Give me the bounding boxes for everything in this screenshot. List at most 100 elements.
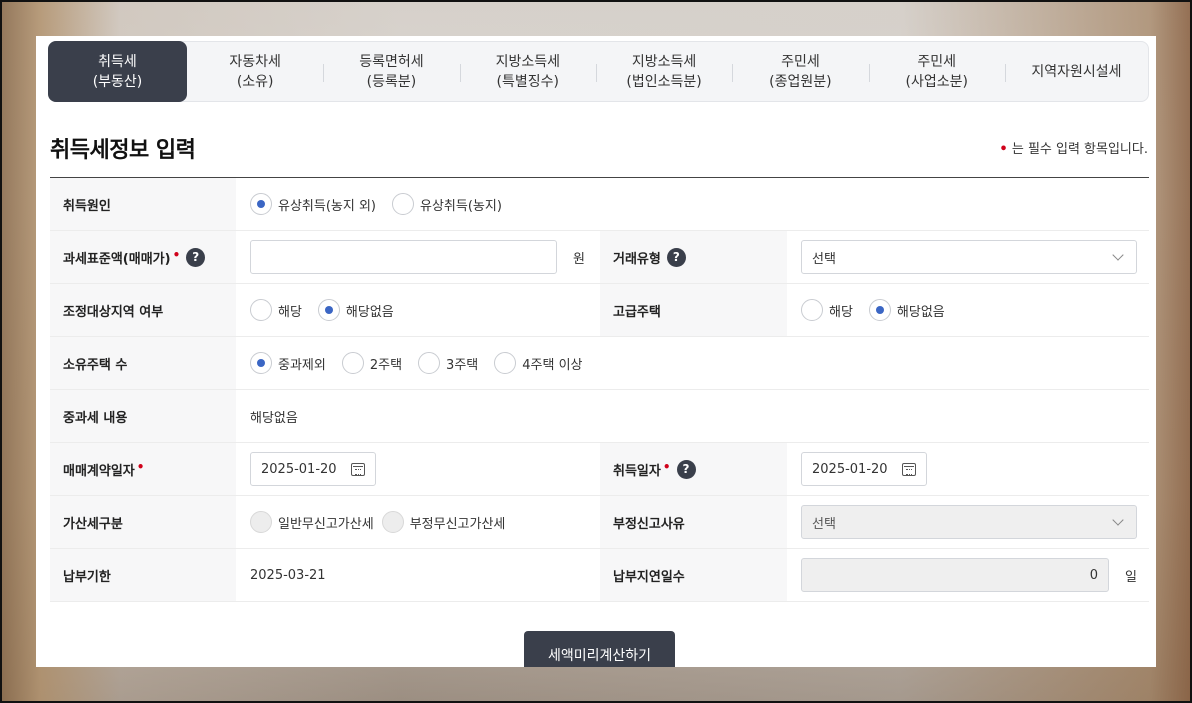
tax-calculator-panel: 취득세 (부동산) 자동차세 (소유) 등록면허세 (등록분) 지방소득세 (특… — [36, 36, 1156, 667]
calendar-icon[interactable] — [902, 462, 916, 476]
field-label: 과세표준액(매매가) — [63, 251, 171, 267]
radio-general-nonfiling[interactable]: 일반무신고가산세 — [250, 511, 374, 533]
field-label: 취득일자 — [613, 463, 661, 479]
adjusted-area-radio-group: 해당 해당없음 — [250, 299, 410, 321]
required-dot: • — [999, 142, 1008, 157]
penalty-type-radio-group: 일반무신고가산세 부정무신고가산세 — [250, 511, 521, 533]
field-label: 소유주택 수 — [50, 337, 236, 389]
help-icon[interactable]: ? — [666, 247, 686, 267]
tab-sublabel: (종업원분) — [769, 73, 832, 90]
field-label: 거래유형 — [613, 251, 661, 267]
tab-vehicle-tax[interactable]: 자동차세 (소유) — [187, 42, 323, 101]
form-row-adjusted-area: 조정대상지역 여부 해당 해당없음 고급주택 해당 해당없음 — [50, 284, 1149, 337]
tab-sublabel: (법인소득분) — [626, 73, 702, 90]
tab-sublabel: (사업소분) — [905, 73, 968, 90]
acquisition-date-input[interactable]: 2025-01-20 — [801, 452, 927, 486]
radio-heavy-excluded[interactable]: 중과제외 — [250, 352, 326, 374]
heavy-tax-value: 해당없음 — [250, 410, 298, 426]
unit-days: 일 — [1125, 569, 1137, 585]
tab-sublabel: (등록분) — [366, 73, 417, 90]
tab-local-income-special[interactable]: 지방소득세 (특별징수) — [459, 42, 596, 101]
radio-paid-non-farmland[interactable]: 유상취득(농지 외) — [250, 193, 376, 215]
help-icon[interactable]: ? — [186, 247, 206, 267]
acquisition-cause-radio-group: 유상취득(농지 외) 유상취득(농지) — [250, 193, 518, 215]
radio-checked-icon — [317, 299, 340, 321]
due-date-value: 2025-03-21 — [250, 567, 326, 583]
page-title: 취득세정보 입력 — [50, 138, 196, 163]
radio-unchecked-icon — [250, 299, 272, 321]
tab-sublabel: (부동산) — [92, 73, 143, 90]
tab-resident-employee[interactable]: 주민세 (종업원분) — [732, 42, 868, 101]
required-mark: • — [662, 460, 671, 474]
form-row-acquisition-cause: 취득원인 유상취득(농지 외) 유상취득(농지) — [50, 178, 1149, 231]
radio-unchecked-icon — [392, 193, 414, 215]
required-mark: • — [172, 248, 181, 262]
tab-regional-resource[interactable]: 지역자원시설세 — [1004, 42, 1148, 101]
tab-label: 지역자원시설세 — [1031, 63, 1122, 80]
required-note-text: 는 필수 입력 항목입니다. — [1011, 142, 1148, 157]
help-icon[interactable]: ? — [676, 459, 696, 479]
tab-resident-business[interactable]: 주민세 (사업소분) — [868, 42, 1005, 101]
radio-disabled-icon — [250, 511, 272, 533]
form-row-due: 납부기한 2025-03-21 납부지연일수 0 일 — [50, 549, 1149, 602]
tab-label: 등록면허세 — [359, 53, 424, 70]
radio-unfair-nonfiling[interactable]: 부정무신고가산세 — [381, 511, 505, 533]
radio-unchecked-icon — [418, 352, 441, 374]
radio-unchecked-icon — [341, 352, 364, 374]
radio-two-houses[interactable]: 2주택 — [341, 352, 402, 374]
field-label: 취득원인 — [50, 178, 236, 230]
radio-not-applicable[interactable]: 해당없음 — [317, 299, 394, 321]
field-label: 고급주택 — [600, 284, 787, 336]
tab-registration-tax[interactable]: 등록면허세 (등록분) — [323, 42, 459, 101]
deal-type-select[interactable]: 선택 — [801, 240, 1137, 274]
radio-three-houses[interactable]: 3주택 — [418, 352, 478, 374]
field-label: 납부지연일수 — [600, 549, 787, 601]
form-row-tax-base: 과세표준액(매매가) • ? 원 거래유형 ? 선택 — [50, 231, 1149, 284]
chevron-down-icon — [1112, 249, 1124, 261]
form-row-penalty: 가산세구분 일반무신고가산세 부정무신고가산세 부정신고사유 선택 — [50, 496, 1149, 549]
tab-sublabel: (소유) — [236, 73, 274, 90]
field-label: 중과세 내용 — [50, 390, 236, 442]
tax-type-tabs: 취득세 (부동산) 자동차세 (소유) 등록면허세 (등록분) 지방소득세 (특… — [48, 41, 1149, 102]
radio-unchecked-icon — [801, 299, 823, 321]
luxury-house-radio-group: 해당 해당없음 — [801, 299, 961, 321]
unit-won: 원 — [573, 251, 585, 267]
radio-applicable[interactable]: 해당 — [250, 299, 302, 321]
chevron-down-icon — [1112, 514, 1124, 526]
house-count-radio-group: 중과제외 2주택 3주택 4주택 이상 — [250, 352, 599, 374]
contract-date-input[interactable]: 2025-01-20 — [250, 452, 376, 486]
field-label: 납부기한 — [50, 549, 236, 601]
unfair-reason-select[interactable]: 선택 — [801, 505, 1137, 539]
required-mark: • — [136, 460, 145, 474]
radio-disabled-icon — [381, 511, 404, 533]
tab-label: 지방소득세 — [631, 53, 697, 70]
radio-not-applicable[interactable]: 해당없음 — [868, 299, 945, 321]
field-label: 부정신고사유 — [600, 496, 787, 548]
delay-days-input[interactable]: 0 — [801, 558, 1109, 592]
radio-applicable[interactable]: 해당 — [801, 299, 853, 321]
radio-checked-icon — [250, 193, 272, 215]
tab-label: 주민세 — [917, 53, 957, 70]
radio-four-plus-houses[interactable]: 4주택 이상 — [494, 352, 583, 374]
radio-unchecked-icon — [494, 352, 517, 374]
field-label: 가산세구분 — [50, 496, 236, 548]
field-label: 조정대상지역 여부 — [50, 284, 236, 336]
tax-base-input[interactable] — [250, 240, 557, 274]
calendar-icon[interactable] — [351, 462, 365, 476]
tab-label: 취득세 — [98, 53, 137, 70]
radio-checked-icon — [868, 299, 891, 321]
form-row-dates: 매매계약일자 • 2025-01-20 취득일자 • ? 2025-01-20 — [50, 443, 1149, 496]
required-note: • 는 필수 입력 항목입니다. — [999, 138, 1148, 157]
form-row-heavy-tax: 중과세 내용 해당없음 — [50, 390, 1149, 443]
tab-label: 주민세 — [781, 53, 820, 70]
tax-form: 취득원인 유상취득(농지 외) 유상취득(농지) 과세표준액(매매가) • ? … — [50, 177, 1149, 602]
field-label: 매매계약일자 — [63, 463, 135, 479]
form-row-house-count: 소유주택 수 중과제외 2주택 3주택 4주택 이상 — [50, 337, 1149, 390]
tab-label: 지방소득세 — [495, 53, 560, 70]
radio-paid-farmland[interactable]: 유상취득(농지) — [392, 193, 502, 215]
calculate-tax-button[interactable]: 세액미리계산하기 — [524, 631, 675, 667]
radio-checked-icon — [250, 352, 272, 374]
tab-acquisition-tax[interactable]: 취득세 (부동산) — [48, 41, 187, 102]
tab-local-income-corporate[interactable]: 지방소득세 (법인소득분) — [595, 42, 732, 101]
tab-label: 자동차세 — [229, 53, 281, 70]
